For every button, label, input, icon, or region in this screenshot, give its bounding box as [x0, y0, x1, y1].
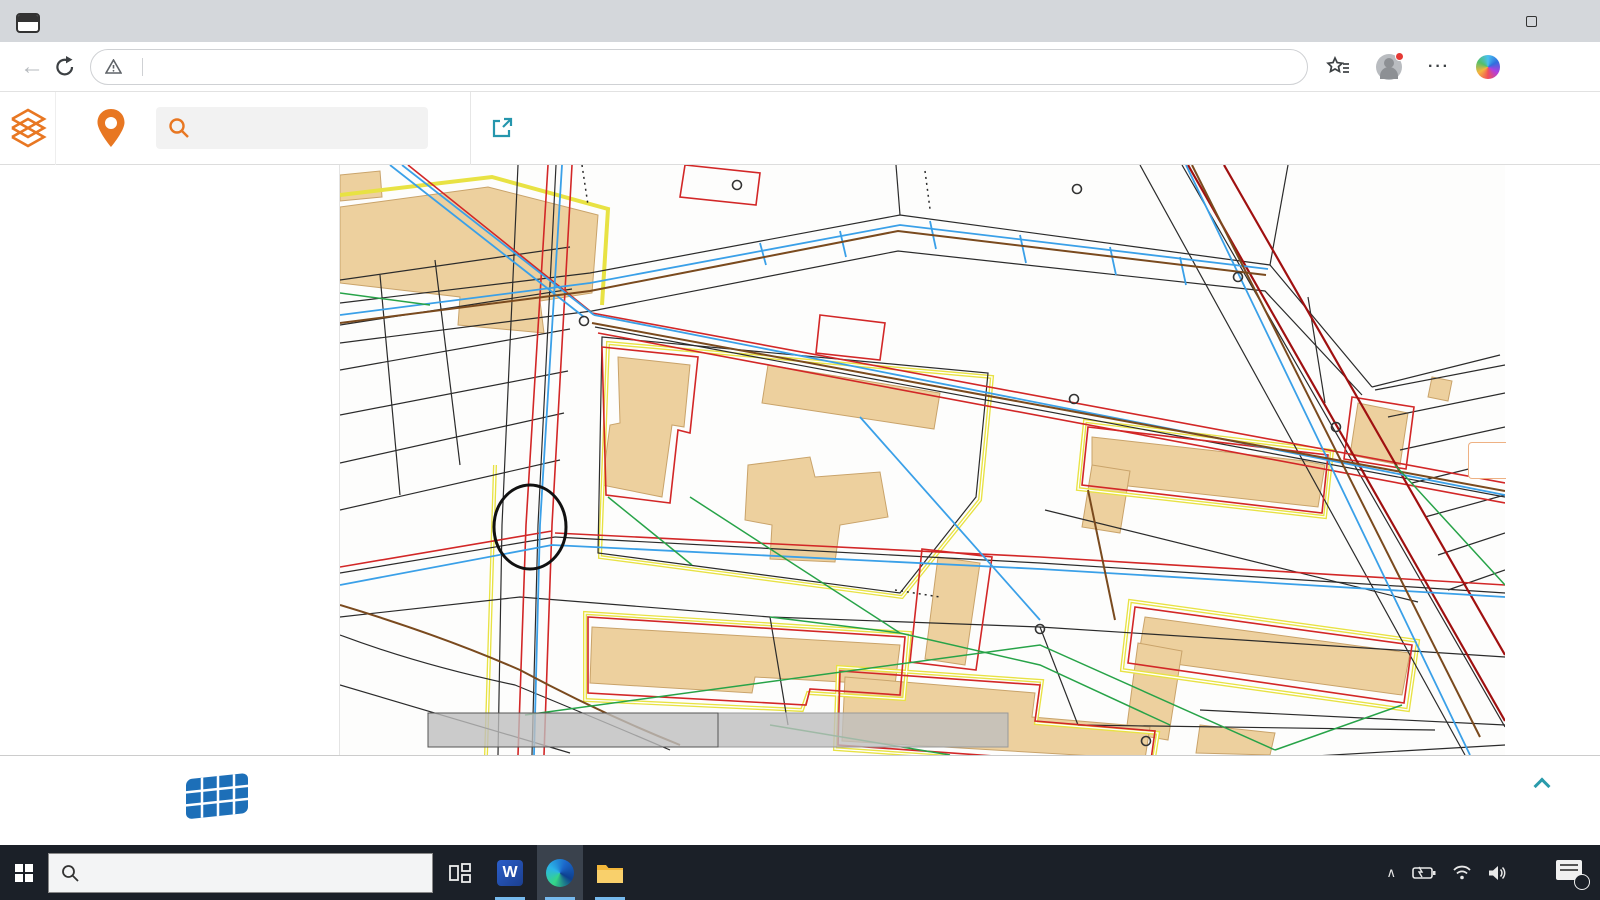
- external-link-icon: [491, 117, 513, 139]
- browser-actions: ···: [1326, 54, 1500, 80]
- tab-workspaces-icon[interactable]: [16, 13, 40, 33]
- map-pin-icon: [96, 108, 126, 148]
- edge-icon: [546, 859, 574, 887]
- back-button[interactable]: ←: [20, 53, 44, 81]
- eservices-link[interactable]: [491, 117, 522, 139]
- header-divider: [470, 92, 471, 165]
- file-explorer-icon: [596, 861, 624, 885]
- taskbar-search-icon: [61, 864, 79, 882]
- layers-icon: [9, 107, 47, 149]
- tray-expand-icon[interactable]: ∧: [1386, 865, 1396, 881]
- windows-taskbar: W ∧: [0, 845, 1600, 900]
- reload-button[interactable]: [54, 56, 76, 78]
- arco-logo: [180, 770, 254, 822]
- map-toolbar: [1505, 165, 1600, 755]
- profile-avatar[interactable]: [1376, 54, 1402, 80]
- profile-notification-dot: [1395, 52, 1404, 61]
- map-scale-bar: [428, 713, 1008, 747]
- word-taskbar-button[interactable]: W: [487, 845, 533, 900]
- minimize-button[interactable]: [1462, 0, 1508, 42]
- layers-sidebar: [0, 165, 340, 755]
- status-footer: [0, 755, 1600, 845]
- search-icon: [168, 117, 190, 139]
- restore-button[interactable]: [1508, 0, 1554, 42]
- notification-badge: [1574, 874, 1590, 890]
- start-button[interactable]: [0, 845, 48, 900]
- footer-collapse-icon[interactable]: [1534, 778, 1551, 795]
- system-tray: ∧: [1386, 860, 1600, 886]
- layers-panel-button[interactable]: [0, 92, 56, 165]
- battery-icon[interactable]: [1412, 866, 1436, 880]
- close-button[interactable]: [1554, 0, 1600, 42]
- isofmap-header: [0, 92, 1600, 165]
- screen: ← ···: [0, 0, 1600, 900]
- map-canvas[interactable]: [340, 165, 1505, 755]
- word-icon: W: [497, 860, 523, 886]
- edge-taskbar-button[interactable]: [537, 845, 583, 900]
- collapse-panel-button[interactable]: [1468, 442, 1506, 479]
- favorites-bar-icon[interactable]: [1326, 56, 1350, 78]
- browser-tab-bar: [0, 0, 1600, 42]
- isofmap-logo[interactable]: [96, 108, 126, 148]
- wifi-icon[interactable]: [1452, 865, 1472, 880]
- task-view-icon: [447, 860, 473, 886]
- not-secure-warning-icon: [105, 59, 122, 74]
- browser-navbar: ← ···: [0, 42, 1600, 92]
- search-input[interactable]: [156, 107, 428, 149]
- address-bar[interactable]: [90, 49, 1308, 85]
- task-view-button[interactable]: [437, 845, 483, 900]
- volume-icon[interactable]: [1488, 865, 1508, 881]
- browser-menu-icon[interactable]: ···: [1428, 58, 1450, 76]
- windows-logo-icon: [15, 864, 33, 882]
- taskbar-search-input[interactable]: [48, 853, 433, 893]
- explorer-taskbar-button[interactable]: [587, 845, 633, 900]
- notification-center-button[interactable]: [1556, 860, 1586, 886]
- map-viewport[interactable]: [340, 165, 1505, 755]
- copilot-icon[interactable]: [1476, 55, 1500, 79]
- restore-icon: [1526, 16, 1537, 27]
- window-controls: [1462, 0, 1600, 42]
- address-separator: [142, 58, 143, 76]
